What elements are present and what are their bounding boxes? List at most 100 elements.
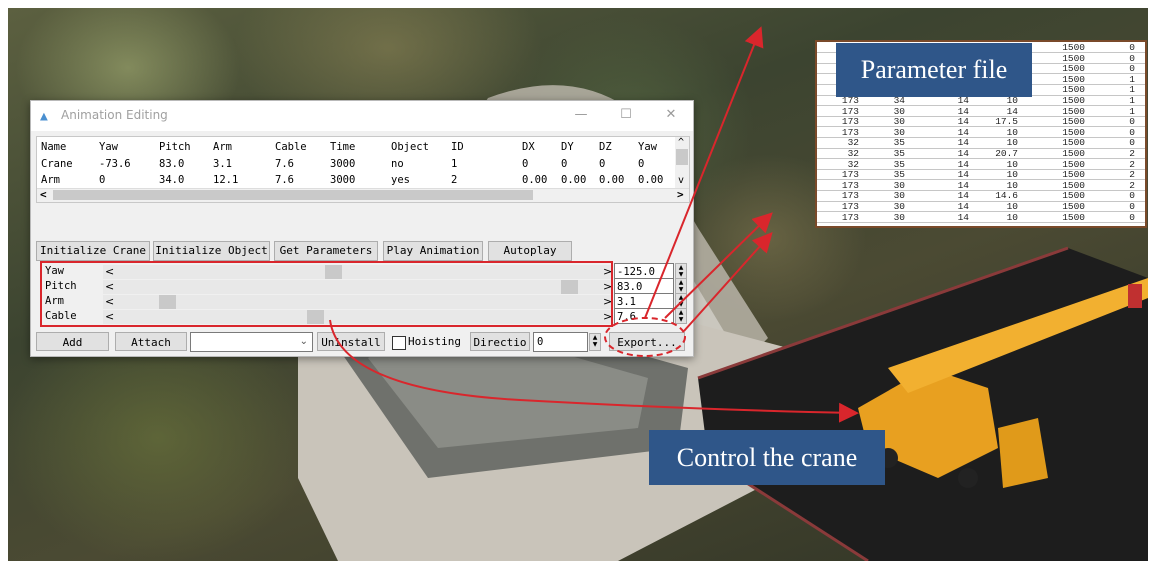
parameter-file-row: 173 30 14 10 1500 0 [817, 201, 1145, 213]
slider-value-input[interactable]: -125.0 [614, 263, 674, 279]
slider-value-input[interactable]: 7.6 [614, 308, 674, 324]
grid-header-cell: Arm [213, 141, 232, 153]
parameter-file-row: 173 30 14 10 1500 0 [817, 211, 1145, 223]
parameter-file-cell: 10 [1006, 95, 1018, 106]
grid-cell[interactable]: 34.0 [159, 172, 184, 188]
parameter-file-cell: 173 [841, 201, 859, 212]
initialize-crane-button[interactable]: Initialize Crane [36, 241, 150, 261]
parameter-grid[interactable]: Name Yaw Pitch Arm Cable Time Object ID DX DY DZ Ya… [36, 136, 690, 203]
scroll-down-icon[interactable]: v [678, 175, 684, 186]
grid-cell[interactable]: 2 [451, 172, 457, 188]
parameter-file-cell: 1500 [1062, 137, 1085, 149]
grid-cell[interactable]: 0 [99, 172, 105, 188]
get-parameters-button[interactable]: Get Parameters [274, 241, 378, 261]
grid-cell[interactable]: 0 [599, 156, 605, 172]
maximize-button[interactable]: ☐ [611, 104, 641, 126]
export-button[interactable]: Export... [609, 332, 685, 351]
parameter-file-row: 173 30 14 14.6 1500 0 [817, 190, 1145, 202]
parameter-file-cell: 173 [841, 169, 859, 181]
parameter-file-cell: 0 [1129, 126, 1135, 138]
parameter-file-cell: 35 [893, 148, 905, 159]
parameter-file-row: 32 35 14 20.7 1500 2 [817, 148, 1145, 160]
parameter-file-cell: 1500 [1062, 84, 1085, 96]
grid-cell[interactable]: 3.1 [213, 156, 232, 172]
attach-button[interactable]: Attach [115, 332, 187, 351]
parameter-file-cell: 1 [1129, 73, 1135, 85]
close-button[interactable]: ✕ [656, 104, 686, 126]
autoplay-button[interactable]: Autoplay [488, 241, 572, 261]
slider-value-input[interactable]: 3.1 [614, 293, 674, 309]
direction-button[interactable]: Directio [470, 332, 530, 351]
grid-cell[interactable]: 0 [638, 156, 644, 172]
direction-input[interactable]: 0 [533, 332, 588, 352]
grid-cell[interactable]: 0.00 [638, 172, 663, 188]
slider-value-spinner[interactable]: ▲ ▼ [675, 263, 687, 279]
grid-cell[interactable]: Arm [41, 172, 60, 188]
grid-cell[interactable]: 0.00 [599, 172, 624, 188]
grid-cell[interactable]: 0 [561, 156, 567, 172]
parameter-file-cell: 2 [1129, 148, 1135, 159]
parameter-file-cell: 173 [841, 105, 859, 117]
parameter-file-cell: 30 [893, 179, 905, 191]
parameter-file-cell: 14 [957, 148, 969, 159]
initialize-object-button[interactable]: Initialize Object [153, 241, 270, 261]
parameter-file-cell: 35 [893, 137, 905, 149]
grid-cell[interactable]: 3000 [330, 172, 355, 188]
parameter-file-cell: 14 [957, 211, 969, 223]
grid-cell[interactable]: 1 [451, 156, 457, 172]
parameter-file-cell: 2 [1129, 158, 1135, 170]
title-bar[interactable]: ▲ Animation Editing — ☐ ✕ [31, 101, 693, 131]
uninstall-button[interactable]: Uninstall [317, 332, 385, 351]
add-button[interactable]: Add [36, 332, 109, 351]
scroll-thumb[interactable] [53, 190, 533, 200]
scroll-right-icon[interactable]: > [677, 188, 684, 201]
parameter-file-cell: 32 [847, 137, 859, 149]
parameter-file-cell: 1500 [1062, 179, 1085, 191]
scroll-left-icon[interactable]: < [40, 188, 47, 201]
slider-value-spinner[interactable]: ▲ ▼ [675, 293, 687, 309]
scroll-thumb[interactable] [676, 149, 688, 165]
grid-header-cell: DZ [599, 141, 612, 153]
parameter-file-cell: 1500 [1062, 126, 1085, 138]
parameter-file-cell: 1500 [1062, 169, 1085, 181]
grid-cell[interactable]: yes [391, 172, 410, 188]
grid-horizontal-scrollbar[interactable]: < > [37, 188, 689, 202]
parameter-file-row: 173 35 14 10 1500 2 [817, 169, 1145, 181]
grid-cell[interactable]: 0 [522, 156, 528, 172]
direction-spinner[interactable]: ▲ ▼ [589, 333, 601, 351]
object-select[interactable]: ⌄ [190, 332, 313, 352]
play-animation-button[interactable]: Play Animation [383, 241, 483, 261]
grid-cell[interactable]: Crane [41, 156, 73, 172]
app-icon: ▲ [40, 109, 48, 124]
grid-cell[interactable]: -73.6 [99, 156, 131, 172]
grid-vertical-scrollbar[interactable]: ^ v [675, 137, 689, 188]
grid-cell[interactable]: 3000 [330, 156, 355, 172]
parameter-file-cell: 20.7 [995, 148, 1018, 159]
parameter-file-cell: 34 [893, 95, 905, 106]
slider-value-spinner[interactable]: ▲ ▼ [675, 278, 687, 294]
parameter-file-cell: 14.6 [995, 190, 1018, 202]
grid-header-cell: Cable [275, 141, 307, 153]
grid-cell[interactable]: 7.6 [275, 172, 294, 188]
parameter-file-cell: 0 [1129, 201, 1135, 212]
slider-value-input[interactable]: 83.0 [614, 278, 674, 294]
parameter-file-cell: 14 [957, 190, 969, 202]
slider-value-spinner[interactable]: ▲ ▼ [675, 308, 687, 324]
grid-cell[interactable]: 12.1 [213, 172, 238, 188]
parameter-file-cell: 0 [1129, 211, 1135, 223]
slider-highlight-box [40, 261, 613, 327]
crane-wheel [958, 468, 978, 488]
minimize-button[interactable]: — [566, 104, 596, 126]
grid-cell[interactable]: no [391, 156, 404, 172]
parameter-file-cell: 32 [847, 148, 859, 159]
parameter-file-cell: 10 [1006, 169, 1018, 181]
grid-cell[interactable]: 0.00 [522, 172, 547, 188]
hoisting-checkbox[interactable] [392, 336, 406, 350]
parameter-file-cell: 1500 [1062, 190, 1085, 202]
parameter-file-cell: 173 [841, 179, 859, 191]
hoisting-label: Hoisting [408, 335, 461, 348]
grid-cell[interactable]: 0.00 [561, 172, 586, 188]
grid-cell[interactable]: 7.6 [275, 156, 294, 172]
scroll-up-icon[interactable]: ^ [678, 137, 684, 148]
grid-cell[interactable]: 83.0 [159, 156, 184, 172]
